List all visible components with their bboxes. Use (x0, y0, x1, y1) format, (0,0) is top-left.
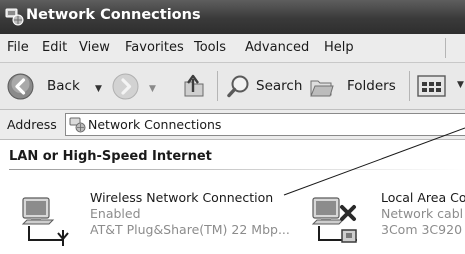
callout-line (283, 127, 465, 196)
